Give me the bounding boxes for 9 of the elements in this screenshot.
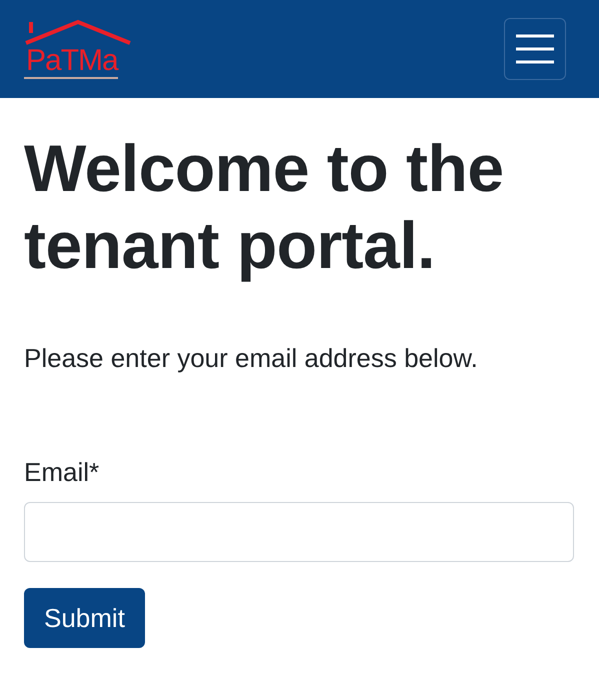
email-field[interactable]: [24, 502, 574, 562]
page-heading: Welcome to the tenant portal.: [24, 130, 505, 284]
submit-button[interactable]: Submit: [24, 588, 145, 648]
logo-text: PaTMa: [24, 45, 118, 79]
menu-button[interactable]: [504, 18, 566, 80]
roof-icon: [24, 19, 132, 45]
intro-text: Please enter your email address below.: [24, 342, 479, 375]
menu-icon: [516, 34, 554, 64]
email-label: Email*: [24, 456, 100, 489]
